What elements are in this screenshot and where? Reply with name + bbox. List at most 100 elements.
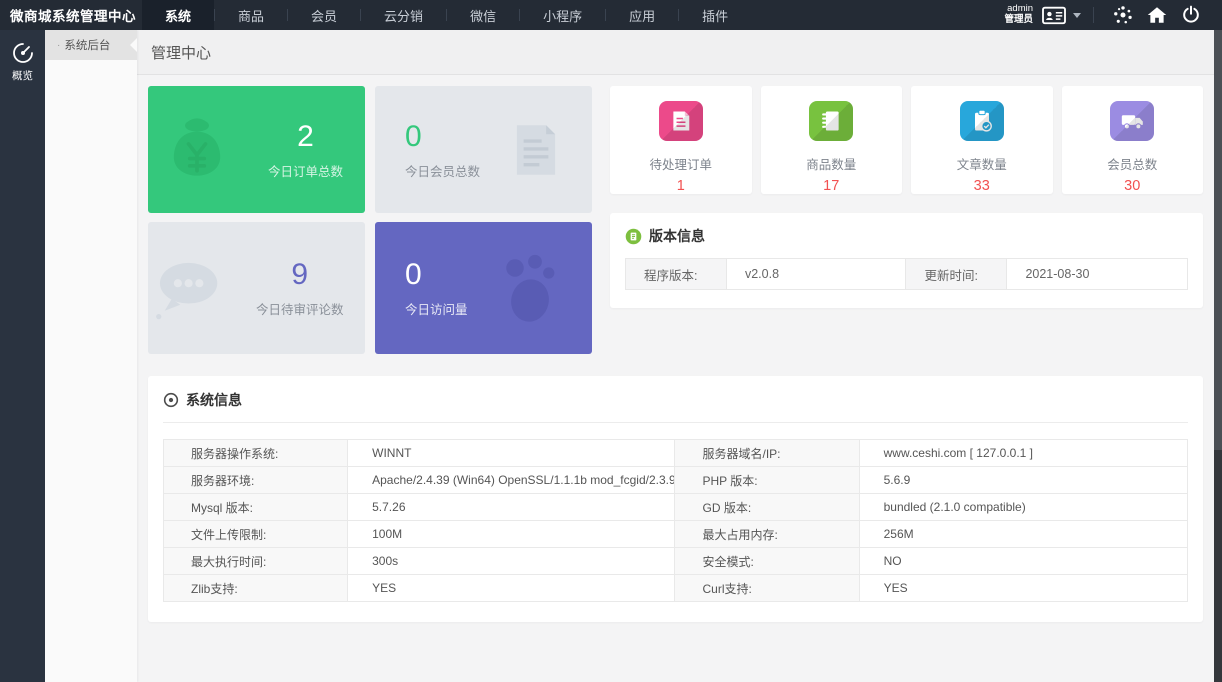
nav-item-apps[interactable]: 应用 [606, 0, 678, 30]
green-notebook-icon [809, 101, 853, 141]
table-row: Zlib支持: YES Curl支持: YES [164, 575, 1187, 601]
cell-label: 服务器操作系统: [164, 440, 348, 466]
cell-label: 安全模式: [675, 548, 859, 574]
system-info-title: 系统信息 [163, 390, 1188, 410]
nav-item-goods[interactable]: 商品 [215, 0, 287, 30]
sidebar-item-overview[interactable]: 概览 [0, 36, 45, 88]
card-value-block: 9 今日待审评论数 [234, 258, 366, 318]
stat-card-articles-count[interactable]: 文章数量 33 [911, 86, 1053, 194]
blue-clipboard-check-icon [960, 101, 1004, 141]
system-info-table: 服务器操作系统: WINNT 服务器域名/IP: www.ceshi.com [… [163, 439, 1188, 602]
card-value-block: 0 今日会员总数 [375, 120, 480, 180]
purple-truck-icon [1110, 101, 1154, 141]
version-info-table: 程序版本: v2.0.8 更新时间: 2021-08-30 [625, 258, 1188, 290]
table-row: 服务器操作系统: WINNT 服务器域名/IP: www.ceshi.com [… [164, 440, 1187, 467]
version-label: 程序版本: [626, 259, 727, 289]
card-value: 0 [405, 258, 422, 291]
nav-item-distribution[interactable]: 云分销 [361, 0, 446, 30]
card-label: 今日订单总数 [268, 161, 343, 180]
power-icon[interactable] [1174, 5, 1208, 25]
cell-value: WINNT [348, 440, 675, 466]
cell-value: NO [860, 548, 1187, 574]
card-today-orders[interactable]: 2 今日订单总数 [148, 86, 365, 213]
money-bag-icon [148, 111, 246, 189]
pink-document-icon [659, 101, 703, 141]
cell-label: 最大占用内存: [675, 521, 859, 547]
card-value-block: 2 今日订单总数 [246, 120, 365, 180]
stat-label: 文章数量 [957, 154, 1007, 173]
home-icon[interactable] [1140, 5, 1174, 25]
stat-label: 商品数量 [806, 154, 856, 173]
card-label: 今日会员总数 [405, 161, 480, 180]
nav-item-plugins[interactable]: 插件 [679, 0, 751, 30]
stat-value: 30 [1124, 178, 1140, 194]
cell-value: bundled (2.1.0 compatible) [860, 494, 1187, 520]
card-pending-comments[interactable]: 9 今日待审评论数 [148, 222, 365, 354]
user-name: admin 管理员 [1004, 4, 1033, 26]
cell-label: 文件上传限制: [164, 521, 348, 547]
page-header: 管理中心 [137, 30, 1214, 75]
news-icon [480, 114, 592, 186]
cell-label: 最大执行时间: [164, 548, 348, 574]
secondary-menu-item-system-backend[interactable]: · 系统后台 [45, 30, 137, 60]
cell-label: Zlib支持: [164, 575, 348, 601]
update-time-value: 2021-08-30 [1007, 259, 1187, 289]
green-doc-badge-icon [625, 228, 642, 245]
stat-value: 33 [974, 178, 990, 194]
stat-card-members-total[interactable]: 会员总数 30 [1062, 86, 1204, 194]
cell-value: 5.6.9 [860, 467, 1187, 493]
stat-label: 会员总数 [1107, 154, 1157, 173]
version-info-title: 版本信息 [625, 226, 1188, 246]
card-today-visits[interactable]: 0 今日访问量 [375, 222, 592, 354]
gauge-icon [11, 41, 35, 65]
nav-item-miniprogram[interactable]: 小程序 [520, 0, 605, 30]
divider [163, 422, 1188, 423]
id-card-icon[interactable] [1041, 4, 1067, 26]
sidebar-item-label: 概览 [12, 68, 33, 83]
cell-value: Apache/2.4.39 (Win64) OpenSSL/1.1.1b mod… [348, 467, 675, 493]
scrollbar[interactable] [1214, 30, 1222, 682]
card-value: 2 [297, 120, 314, 153]
card-label: 今日访问量 [405, 299, 468, 318]
card-today-members[interactable]: 0 今日会员总数 [375, 86, 592, 213]
stat-card-pending-orders[interactable]: 待处理订单 1 [610, 86, 752, 194]
main-area: 管理中心 2 今日订单总数 0 今日会员总数 [137, 30, 1214, 682]
system-info-card: 系统信息 服务器操作系统: WINNT 服务器域名/IP: www.ceshi.… [148, 376, 1203, 622]
cell-value: YES [348, 575, 675, 601]
nav-item-system[interactable]: 系统 [142, 0, 214, 30]
secondary-menu: · 系统后台 [45, 30, 137, 682]
app-title-text: 微商城系统管理中心 [10, 5, 136, 25]
card-value: 0 [405, 120, 422, 153]
version-info-card: 版本信息 程序版本: v2.0.8 更新时间: 2021-08-30 [610, 213, 1203, 308]
nav-item-wechat[interactable]: 微信 [447, 0, 519, 30]
cell-value: www.ceshi.com [ 127.0.0.1 ] [860, 440, 1187, 466]
stat-label: 待处理订单 [649, 154, 712, 173]
cell-label: 服务器环境: [164, 467, 348, 493]
version-info-title-text: 版本信息 [649, 226, 705, 246]
cell-value: 256M [860, 521, 1187, 547]
stat-value: 17 [823, 178, 839, 194]
topbar-divider [1093, 7, 1094, 23]
cell-value: 100M [348, 521, 675, 547]
update-time-label: 更新时间: [906, 259, 1007, 289]
cell-label: 服务器域名/IP: [675, 440, 859, 466]
secondary-menu-label: 系统后台 [64, 37, 110, 53]
stat-value: 1 [677, 178, 685, 194]
app-title: 微商城系统管理中心 [0, 0, 138, 30]
scrollbar-thumb[interactable] [1214, 30, 1222, 450]
topbar-right: admin 管理员 [1004, 0, 1222, 30]
stat-card-goods-count[interactable]: 商品数量 17 [761, 86, 903, 194]
comments-icon [148, 248, 234, 328]
cell-value: 300s [348, 548, 675, 574]
table-row: 最大执行时间: 300s 安全模式: NO [164, 548, 1187, 575]
sidebar: 概览 [0, 30, 45, 682]
caret-down-icon[interactable] [1073, 13, 1081, 22]
table-row: 服务器环境: Apache/2.4.39 (Win64) OpenSSL/1.1… [164, 467, 1187, 494]
stat-cards: 待处理订单 1 商品数量 17 文章数量 [610, 86, 1203, 194]
nav-item-members[interactable]: 会员 [288, 0, 360, 30]
cell-value: 5.7.26 [348, 494, 675, 520]
content: 2 今日订单总数 0 今日会员总数 [137, 75, 1214, 633]
main-nav: 系统 商品 会员 云分销 微信 小程序 应用 插件 [142, 0, 751, 30]
summary-cards: 2 今日订单总数 0 今日会员总数 [148, 86, 592, 354]
clear-cache-icon[interactable] [1106, 4, 1140, 26]
